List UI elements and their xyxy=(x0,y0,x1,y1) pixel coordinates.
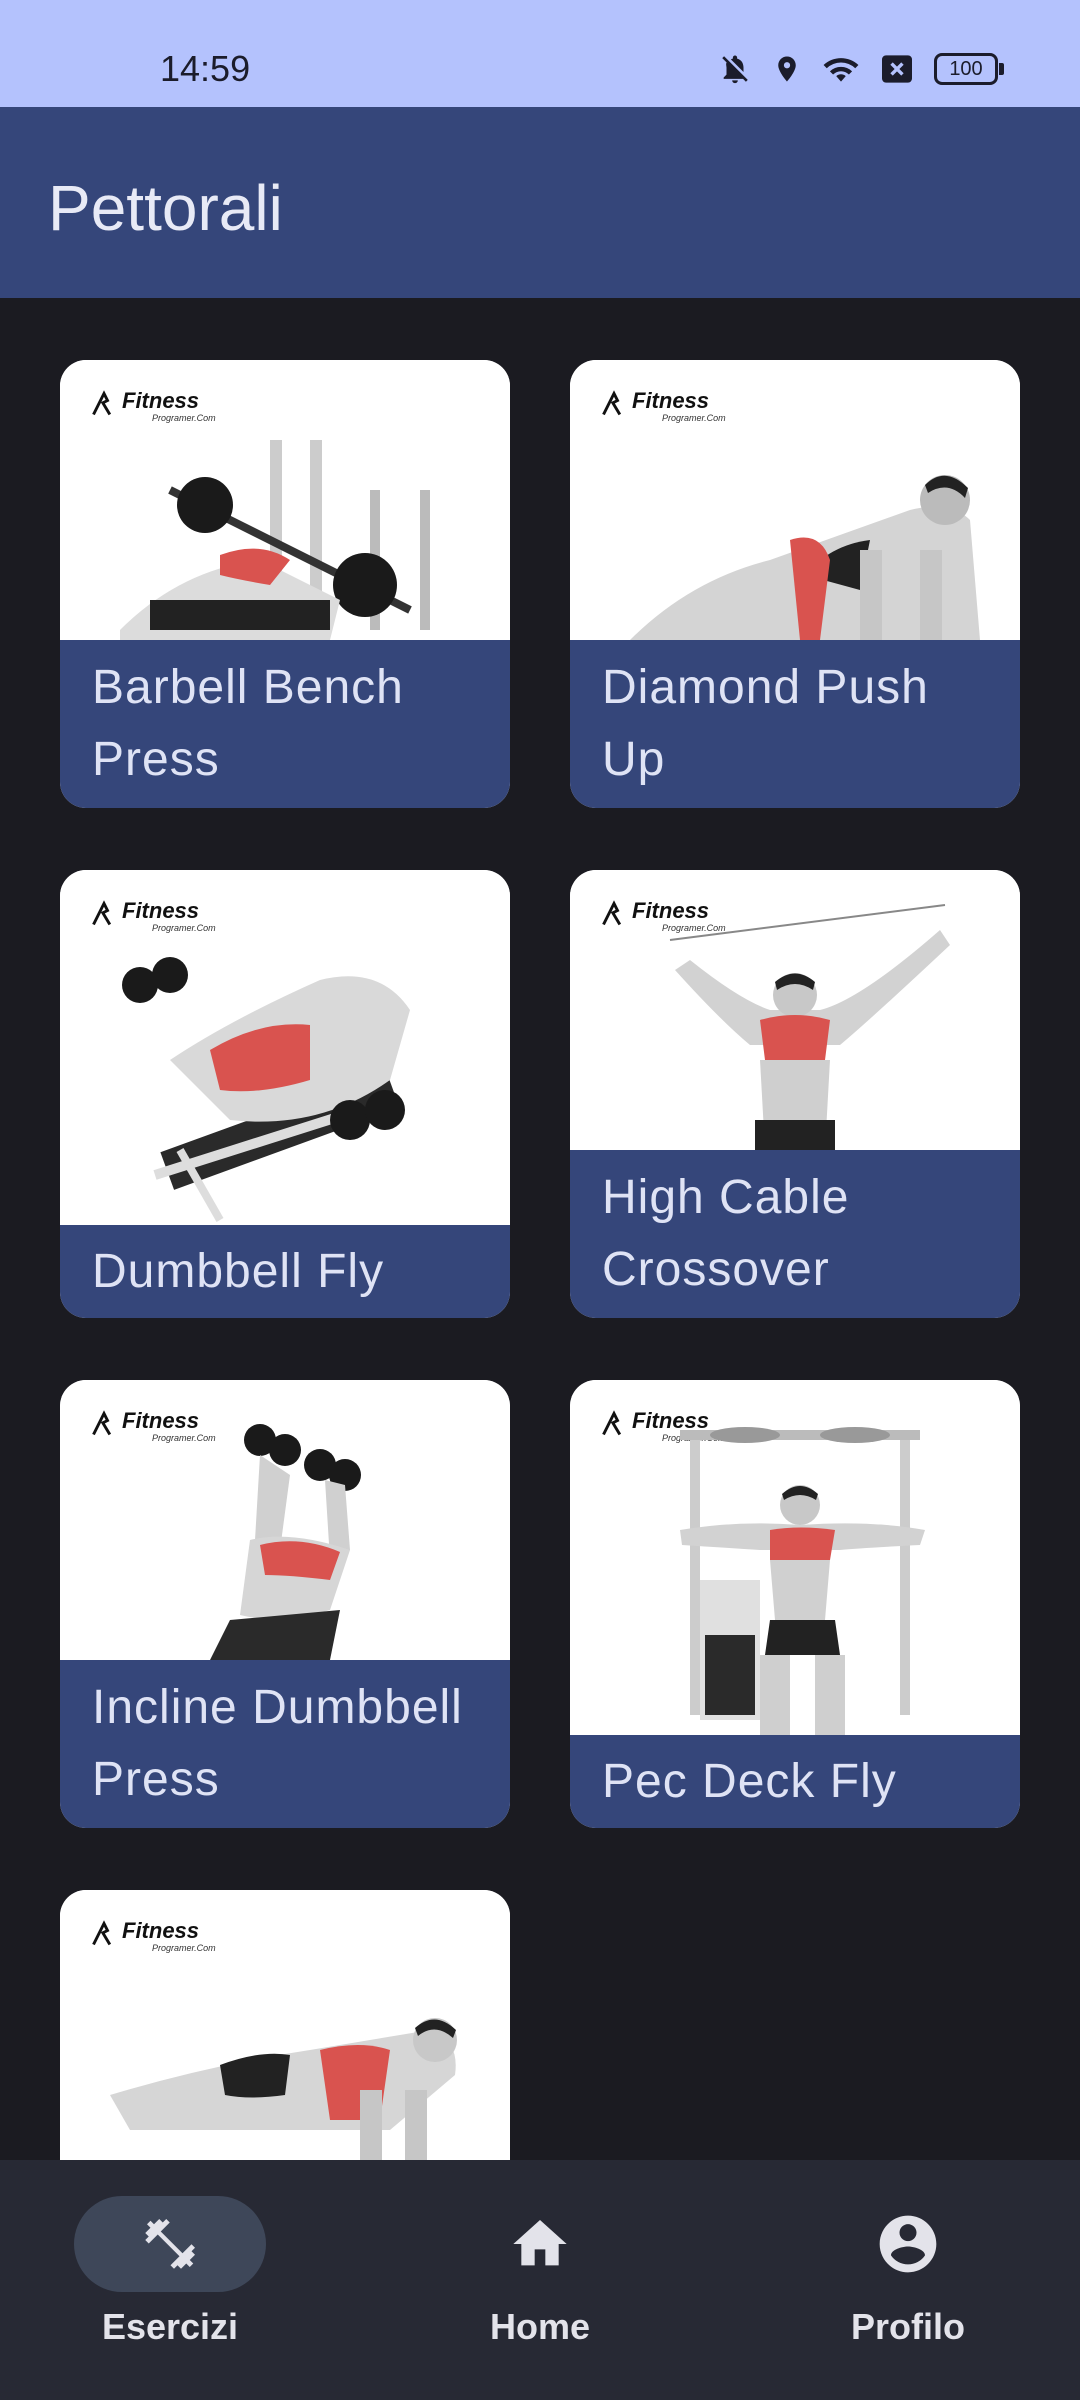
exercise-label: Incline Dumbbell Press xyxy=(60,1660,510,1828)
app-bar: Pettorali xyxy=(0,107,1080,298)
exercise-label: Dumbbell Fly xyxy=(60,1225,510,1318)
exercise-card[interactable]: Fitness Programer.Com High Cable Crossove… xyxy=(570,870,1020,1318)
exercise-card[interactable]: Fitness Programer.Com Incline Dumbbell Pr… xyxy=(60,1380,510,1828)
home-icon xyxy=(513,2220,567,2266)
nav-item-profilo[interactable]: Profilo xyxy=(788,2196,1028,2348)
battery-icon: 100 xyxy=(934,53,1004,85)
nav-icon-container[interactable] xyxy=(812,2196,1004,2292)
exercise-card[interactable]: FitnessProgramer.Com Pec Deck Fly xyxy=(570,1380,1020,1828)
account-circle-icon xyxy=(879,2215,937,2273)
nav-item-home[interactable]: Home xyxy=(420,2196,660,2348)
exercise-image: FitnessProgramer.Com xyxy=(570,870,1020,1150)
close-box-icon xyxy=(882,55,912,83)
status-icons: 100 xyxy=(718,52,1004,86)
exercise-image: FitnessProgramer.Com xyxy=(570,1380,1020,1735)
bell-off-icon xyxy=(722,55,748,84)
nav-label: Home xyxy=(489,2306,591,2347)
exercise-image: FitnessProgramer.Com xyxy=(60,1380,510,1660)
page-title: Pettorali xyxy=(48,172,283,244)
location-icon xyxy=(778,56,796,82)
exercise-card[interactable]: Fitness Programer.Com Diamond Push Up xyxy=(570,360,1020,808)
nav-active-indicator[interactable] xyxy=(74,2196,266,2292)
exercise-label: Diamond Push Up xyxy=(570,640,1020,808)
dumbbell-icon xyxy=(145,2219,195,2269)
nav-item-esercizi[interactable]: Esercizi xyxy=(50,2196,290,2348)
exercise-card[interactable]: Fitness Programer.Com xyxy=(60,1890,510,2190)
exercise-label: High Cable Crossover xyxy=(570,1150,1020,1318)
bottom-navigation: Esercizi Home Profilo xyxy=(0,2160,1080,2400)
wifi-icon xyxy=(823,58,859,82)
nav-icon-container[interactable] xyxy=(444,2196,636,2292)
exercise-image: FitnessProgramer.Com xyxy=(60,870,510,1225)
nav-label: Esercizi xyxy=(101,2306,239,2347)
exercise-image: FitnessProgramer.Com xyxy=(570,360,1020,640)
nav-label: Profilo xyxy=(851,2306,965,2347)
status-time: 14:59 xyxy=(160,48,251,89)
exercise-card[interactable]: Fitness Programer.Com Dumbbell Fly xyxy=(60,870,510,1318)
exercise-image: FitnessProgramer.Com xyxy=(60,1890,510,2190)
exercise-image: FitnessProgramer.Com xyxy=(60,360,510,640)
exercise-label: Barbell Bench Press xyxy=(60,640,510,808)
exercise-card[interactable]: Fitness Programer.Com Barbell Bench Press xyxy=(60,360,510,808)
status-bar: 14:59 100 xyxy=(0,0,1080,107)
exercise-label: Pec Deck Fly xyxy=(570,1735,1020,1828)
